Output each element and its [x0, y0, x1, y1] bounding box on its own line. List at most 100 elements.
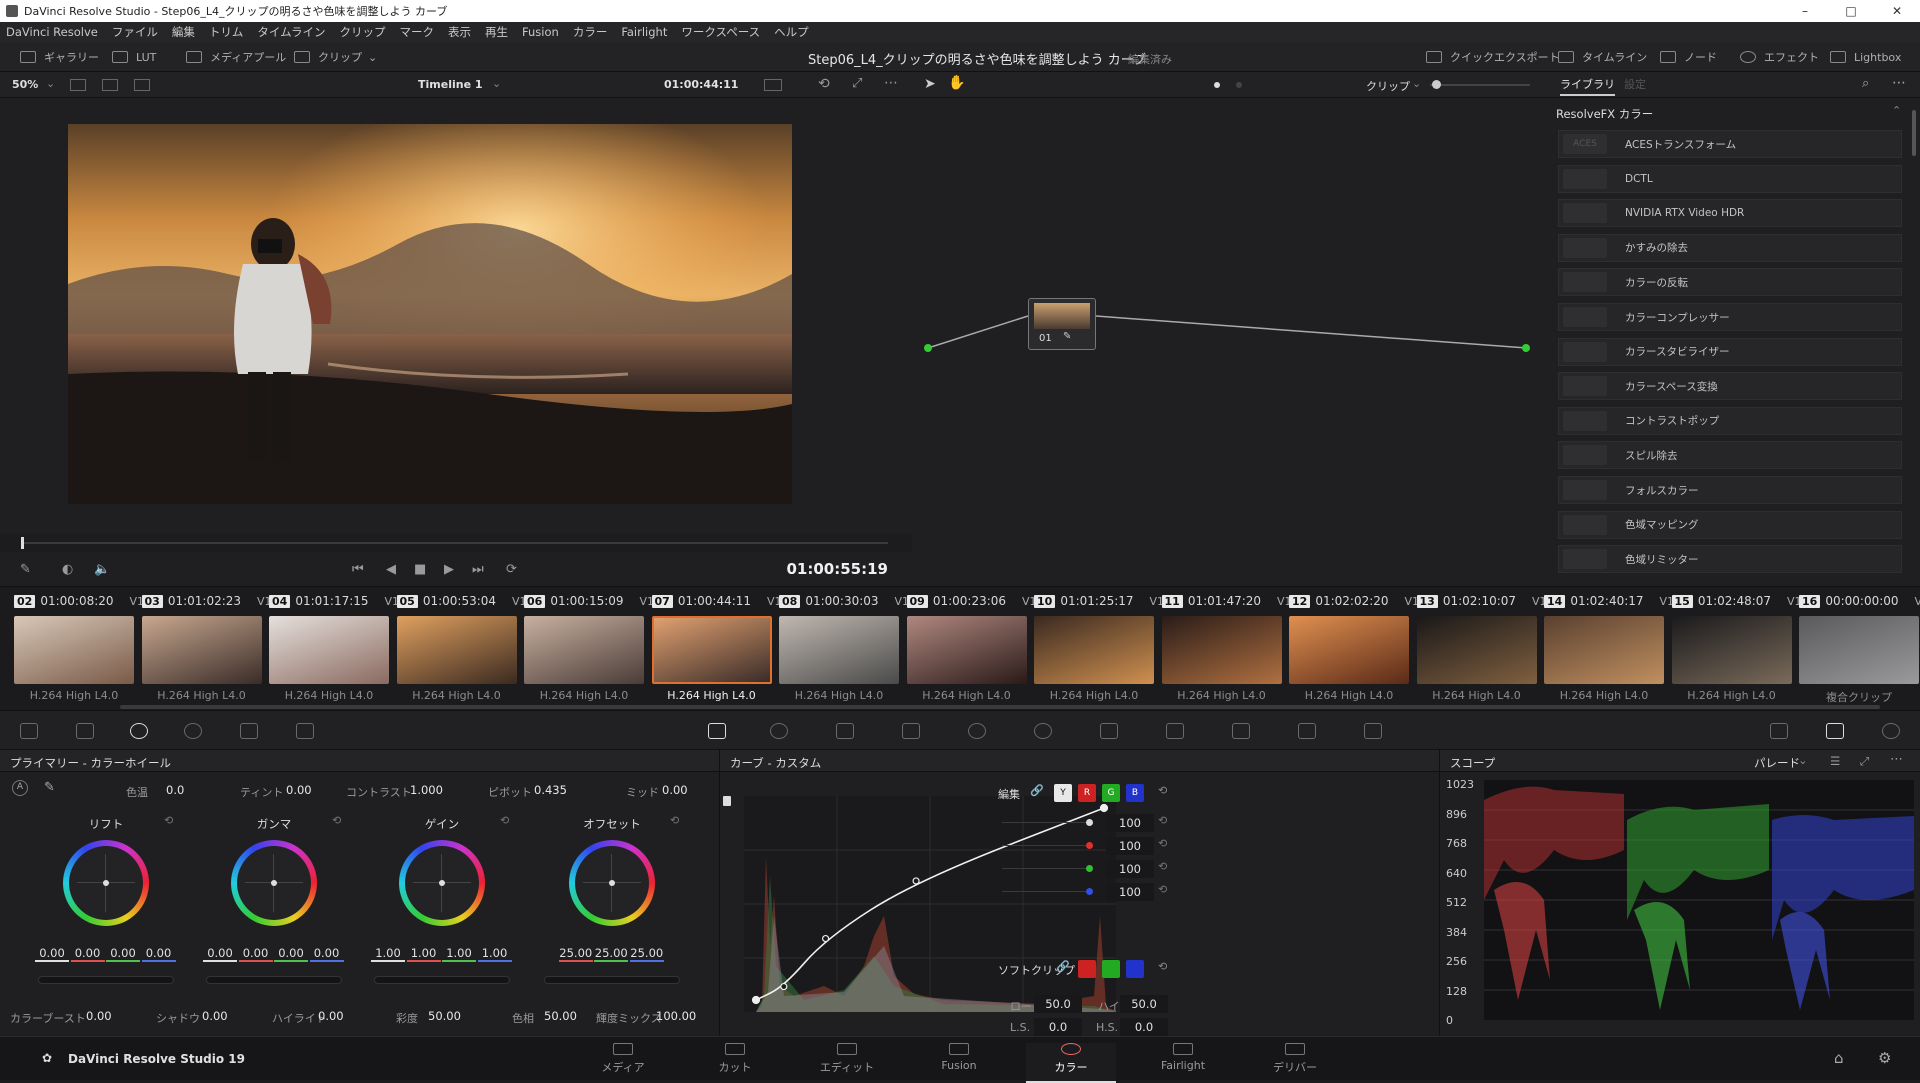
master-wheel-slider[interactable]: [374, 976, 510, 984]
page-fusion[interactable]: Fusion: [914, 1043, 1004, 1072]
tracker-icon[interactable]: [1034, 723, 1052, 739]
curve-channel-g[interactable]: G: [1102, 784, 1120, 802]
mid-field[interactable]: 0.00: [662, 783, 688, 797]
wheel-puck[interactable]: [609, 880, 615, 886]
page-color[interactable]: カラー: [1026, 1043, 1116, 1083]
3d-icon[interactable]: [1364, 723, 1382, 739]
camera-raw-icon[interactable]: [20, 723, 38, 739]
link-icon[interactable]: 🔗: [1030, 784, 1044, 797]
menu-timeline[interactable]: タイムライン: [257, 24, 325, 40]
fx-item[interactable]: カラースペース変換: [1558, 372, 1902, 401]
color-boost-field[interactable]: 0.00: [86, 1009, 112, 1023]
timeline-name[interactable]: Timeline 1: [418, 78, 483, 91]
zoom-select[interactable]: 50%: [12, 78, 38, 91]
menu-fairlight[interactable]: Fairlight: [621, 25, 667, 39]
media-pool-button[interactable]: メディアプール: [186, 48, 286, 66]
more-options-icon[interactable]: ⋯: [1892, 75, 1906, 91]
master-wheel-slider[interactable]: [544, 976, 680, 984]
wipe-icon[interactable]: [134, 79, 150, 91]
maximize-icon[interactable]: □: [1828, 0, 1874, 22]
wheel-reset-icon[interactable]: ⟲: [500, 814, 509, 827]
eyedropper-icon[interactable]: [902, 723, 920, 739]
clip-thumbnail[interactable]: 09 01:00:23:06 V1 H.264 High L4.0: [906, 587, 1037, 707]
curve-channel-b[interactable]: B: [1126, 784, 1144, 802]
intensity-field[interactable]: 100: [1106, 814, 1154, 832]
color-picker-icon[interactable]: ✎: [20, 562, 31, 577]
scope-settings-icon[interactable]: ☰: [1830, 754, 1840, 768]
fx-item[interactable]: コントラストポップ: [1558, 406, 1902, 435]
intensity-field[interactable]: 100: [1106, 837, 1154, 855]
auto-balance-icon[interactable]: A: [12, 780, 28, 796]
close-icon[interactable]: ✕: [1874, 0, 1920, 22]
reset-icon[interactable]: ⟲: [1158, 860, 1167, 873]
fullscreen-icon[interactable]: ⤢: [852, 76, 862, 91]
menu-help[interactable]: ヘルプ: [774, 24, 809, 40]
motion-effects-icon[interactable]: [296, 723, 314, 739]
wheel-reset-icon[interactable]: ⟲: [670, 814, 679, 827]
menu-workspace[interactable]: ワークスペース: [681, 24, 760, 40]
wheel-reset-icon[interactable]: ⟲: [332, 814, 341, 827]
node-mode-select[interactable]: クリップ: [1366, 78, 1410, 94]
master-wheel-slider[interactable]: [38, 976, 174, 984]
reset-icon[interactable]: ⟲: [1158, 814, 1167, 827]
reset-icon[interactable]: ⟲: [1158, 837, 1167, 850]
intensity-slider[interactable]: [1002, 822, 1088, 823]
more-options-icon[interactable]: ⋯: [884, 75, 898, 91]
contrast-field[interactable]: 1.000: [410, 783, 443, 797]
fx-item[interactable]: カラースタビライザー: [1558, 337, 1902, 366]
wheel-value[interactable]: 0.00: [70, 946, 105, 962]
more-options-icon[interactable]: ⋯: [1890, 752, 1903, 767]
library-scrollbar[interactable]: [1912, 110, 1916, 156]
tint-field[interactable]: 0.00: [286, 783, 312, 797]
clip-thumbnail[interactable]: 14 01:02:40:17 V1 H.264 High L4.0: [1544, 587, 1674, 707]
info-icon[interactable]: [1882, 723, 1900, 739]
refresh-icon[interactable]: ⟲: [818, 76, 830, 92]
curve-control-point[interactable]: [751, 995, 761, 1005]
wheel-value[interactable]: 0.00: [106, 946, 140, 962]
viewer-playhead[interactable]: [21, 537, 24, 549]
keyframes-icon[interactable]: [1770, 723, 1788, 739]
intensity-handle[interactable]: [1086, 865, 1093, 872]
wheel-value[interactable]: 0.00: [238, 946, 273, 962]
clip-thumbnail[interactable]: 10 01:01:25:17 V1 H.264 High L4.0: [1034, 587, 1164, 707]
wheel-puck[interactable]: [103, 880, 109, 886]
clip-thumbnail[interactable]: 04 01:01:17:15 V1 H.264 High L4.0: [269, 587, 399, 707]
clip-thumbnail[interactable]: 15 01:02:48:07 V1 H.264 High L4.0: [1671, 587, 1802, 707]
fx-item[interactable]: カラーコンプレッサー: [1558, 303, 1902, 331]
intensity-field[interactable]: 100: [1106, 860, 1154, 878]
blur-icon[interactable]: [1166, 723, 1184, 739]
highlight-icon[interactable]: ◐: [62, 562, 73, 577]
input-connector[interactable]: [924, 344, 932, 352]
wheel-value[interactable]: 25.00: [629, 946, 664, 962]
menu-trim[interactable]: トリム: [209, 24, 244, 40]
ls-field[interactable]: 0.0: [1034, 1018, 1082, 1036]
viewer-scrubber[interactable]: [22, 542, 888, 544]
split-icon[interactable]: [102, 79, 118, 91]
highlight-field[interactable]: 0.00: [318, 1009, 344, 1023]
hs-field[interactable]: 0.0: [1120, 1018, 1168, 1036]
color-wheel[interactable]: [231, 840, 317, 926]
curve-graph[interactable]: [744, 796, 1116, 1012]
softclip-r[interactable]: [1078, 960, 1096, 978]
stop-icon[interactable]: ■: [414, 562, 426, 577]
curves-icon[interactable]: [708, 723, 726, 739]
menu-fusion[interactable]: Fusion: [522, 25, 559, 39]
lum-mix-field[interactable]: 100.00: [656, 1009, 696, 1023]
home-icon[interactable]: ⌂: [1834, 1049, 1844, 1067]
quick-export-button[interactable]: クイックエクスポート: [1426, 48, 1560, 66]
loop-icon[interactable]: ⟳: [506, 562, 517, 577]
timeline-button[interactable]: タイムライン: [1558, 48, 1647, 66]
tab-settings[interactable]: 設定: [1624, 76, 1646, 92]
intensity-handle[interactable]: [1086, 888, 1093, 895]
wheel-value[interactable]: 0.00: [309, 946, 344, 962]
reset-icon[interactable]: ⟲: [1158, 883, 1167, 896]
search-icon[interactable]: ⌕: [1862, 76, 1869, 91]
clip-thumbnail[interactable]: 07 01:00:44:11 V1 H.264 High L4.0: [651, 587, 782, 707]
menu-view[interactable]: 表示: [448, 24, 471, 40]
volume-icon[interactable]: 🔈: [94, 562, 110, 577]
fx-item[interactable]: DCTL: [1558, 164, 1902, 193]
node-zoom-handle[interactable]: [1432, 80, 1441, 89]
go-to-start-icon[interactable]: ⏮: [352, 562, 364, 577]
hue-field[interactable]: 50.00: [544, 1009, 577, 1023]
gear-icon[interactable]: ⚙: [1878, 1049, 1891, 1067]
